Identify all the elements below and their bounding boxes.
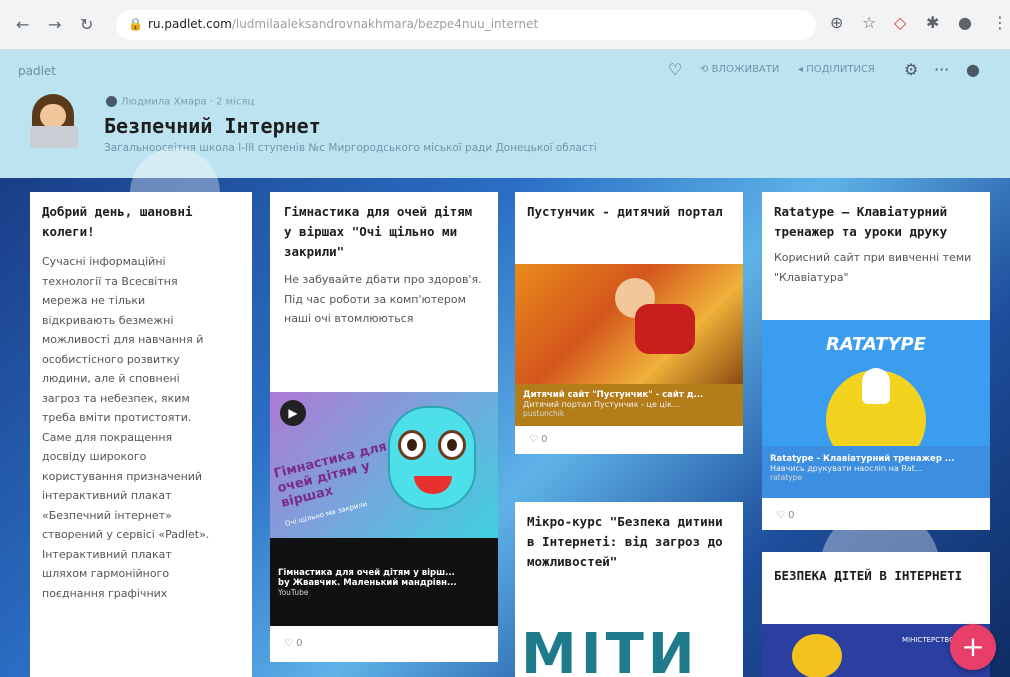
post-text-line: мережа не тільки <box>42 294 146 307</box>
lock-icon: 🔒 <box>128 17 143 31</box>
post-title: Мікро-курс "Безпека дитини в Інтернеті: … <box>527 514 723 569</box>
lightbulb-icon <box>862 368 890 404</box>
like-button[interactable]: ♡ 0 <box>776 510 795 521</box>
post-text-line: людини, але й сповнені <box>42 372 180 385</box>
url-text: ru.padlet.com/ludmilaaleksandrovnakhmara… <box>148 17 539 31</box>
yellow-shape <box>792 634 842 677</box>
more-horizontal-icon[interactable]: ··· <box>934 60 949 79</box>
user-avatar-icon[interactable]: ● <box>966 60 980 79</box>
browser-toolbar: ← → ↻ 🔒 ru.padlet.com/ludmilaaleksandrov… <box>0 0 1010 50</box>
course-thumbnail[interactable]: МІТИ <box>515 622 743 677</box>
add-post-button[interactable]: + <box>950 624 996 670</box>
post-text-line: поєднання графічних <box>42 586 168 600</box>
post-text-line: технології та Всесвітня <box>42 274 178 288</box>
extension-icon[interactable]: ◇ <box>894 13 906 32</box>
post-text-line: досвіду широкого <box>42 450 147 463</box>
ratatype-brand: RATATYPE <box>826 334 926 355</box>
link-subtitle: by Жвавчик. Маленький мандрівн... <box>278 578 457 588</box>
post-body: Сучасні інформаційні технології та Всесв… <box>42 252 240 603</box>
link-title: Ratatype - Клавіатурний тренажер ... <box>770 454 955 464</box>
course-thumbnail-text: МІТИ <box>521 622 699 677</box>
author-avatar-icon <box>106 96 117 107</box>
post-card-pustunchik[interactable]: Пустунчик - дитячий портал Дитячий сайт … <box>515 192 743 454</box>
cartoon-face-icon <box>388 406 476 510</box>
back-arrow-icon[interactable]: ← <box>16 15 29 34</box>
link-source: YouTube <box>278 588 309 597</box>
profile-avatar-icon[interactable]: ● <box>958 13 972 32</box>
post-text-line: можливості для навчання й <box>42 333 204 346</box>
post-text-line: треба вміти протистояти. <box>42 411 192 424</box>
link-subtitle: Навчись друкувати наосліп на Rat... <box>770 464 923 473</box>
post-body: Корисний сайт при вивченні теми "Клавіат… <box>774 251 972 284</box>
post-text-line: інтерактивний плакат <box>42 489 172 502</box>
post-title: Ratatype — Клавіатурний тренажер та урок… <box>774 204 948 239</box>
post-text-line: шляхом гармонійного <box>42 567 170 580</box>
post-body: Не забувайте дбати про здоров'я. Під час… <box>284 273 482 325</box>
post-card-ratatype[interactable]: Ratatype — Клавіатурний тренажер та урок… <box>762 192 990 530</box>
thumbnail-text: МІНІСТЕРСТВО <box>902 636 955 644</box>
post-text-line: особистісного розвитку <box>42 352 180 366</box>
post-title: Гімнастика для очей дітям у віршах "Очі … <box>284 204 473 259</box>
link-title: Гімнастика для очей дітям у вірш... <box>278 568 455 578</box>
post-text-line: користування призначений <box>42 469 203 483</box>
post-card-micro-course[interactable]: Мікро-курс "Безпека дитини в Інтернеті: … <box>515 502 743 677</box>
post-text-line: створений у сервісі «Padlet». <box>42 528 210 541</box>
video-thumbnail[interactable]: ▶ Гімнастика для очей дітям у віршах Очі… <box>270 392 498 538</box>
link-title: Дитячий сайт "Пустунчик" - сайт д... <box>523 390 704 400</box>
page-title: Безпечний Інтернет <box>104 114 321 138</box>
link-source: ratatype <box>770 473 802 482</box>
thumbnail-caption: Гімнастика для очей дітям у віршах <box>272 439 389 511</box>
post-title: Пустунчик - дитячий портал <box>527 204 723 219</box>
more-vertical-icon[interactable]: ⋮ <box>992 13 1008 32</box>
share-button[interactable]: ◂ ПОДІЛИТИСЯ <box>798 64 875 75</box>
link-preview[interactable]: Ratatype - Клавіатурний тренажер ... Нав… <box>762 446 990 498</box>
link-preview[interactable]: Дитячий сайт "Пустунчик" - сайт д... Дит… <box>515 384 743 426</box>
author-line: Людмила Хмара · 2 місяц <box>106 96 254 108</box>
link-source: pustunchik <box>523 409 565 418</box>
reload-icon[interactable]: ↻ <box>80 15 93 34</box>
post-card-welcome[interactable]: Добрий день, шановні колеги! Сучасні інф… <box>30 192 252 677</box>
padlet-avatar <box>28 94 80 150</box>
link-subtitle: Дитячий портал Пустунчик - це цік... <box>523 400 680 409</box>
post-title: БЕЗПЕКА ДІТЕЙ В ІНТЕРНЕТІ <box>774 568 963 583</box>
post-text-line: Сучасні інформаційні <box>42 255 166 268</box>
translate-icon[interactable]: ⊕ <box>830 13 843 32</box>
heart-icon[interactable]: ♡ <box>668 60 682 79</box>
like-button[interactable]: ♡ 0 <box>529 434 548 445</box>
post-title: Добрий день, шановні колеги! <box>42 204 193 239</box>
post-text-line: загроз та небезпек, яким <box>42 391 190 405</box>
forward-arrow-icon[interactable]: → <box>48 15 61 34</box>
padlet-logo[interactable]: padlet <box>18 64 56 78</box>
play-icon[interactable]: ▶ <box>280 400 306 426</box>
post-card-eye-gymnastics[interactable]: Гімнастика для очей дітям у віршах "Очі … <box>270 192 498 662</box>
address-bar[interactable]: 🔒 ru.padlet.com/ludmilaaleksandrovnakhma… <box>116 10 816 40</box>
video-link-preview[interactable]: Гімнастика для очей дітям у вірш... by Ж… <box>270 538 498 626</box>
like-button[interactable]: ♡ 0 <box>284 638 303 649</box>
red-scarf <box>635 304 695 354</box>
post-text-line: Інтерактивний плакат <box>42 547 172 561</box>
post-text-line: Саме для покращення <box>42 430 173 444</box>
post-text-line: «Безпечний інтернет» <box>42 508 172 522</box>
bookmark-star-icon[interactable]: ☆ <box>862 13 876 32</box>
extensions-puzzle-icon[interactable]: ✱ <box>926 13 939 32</box>
link-thumbnail-image[interactable] <box>515 264 743 384</box>
post-text-line: відкривають безмежні <box>42 313 174 327</box>
link-thumbnail-image[interactable]: RATATYPE <box>762 320 990 470</box>
remake-button[interactable]: ⟲ ВЛОЖИВАТИ <box>700 64 779 75</box>
settings-gear-icon[interactable]: ⚙ <box>904 60 918 79</box>
